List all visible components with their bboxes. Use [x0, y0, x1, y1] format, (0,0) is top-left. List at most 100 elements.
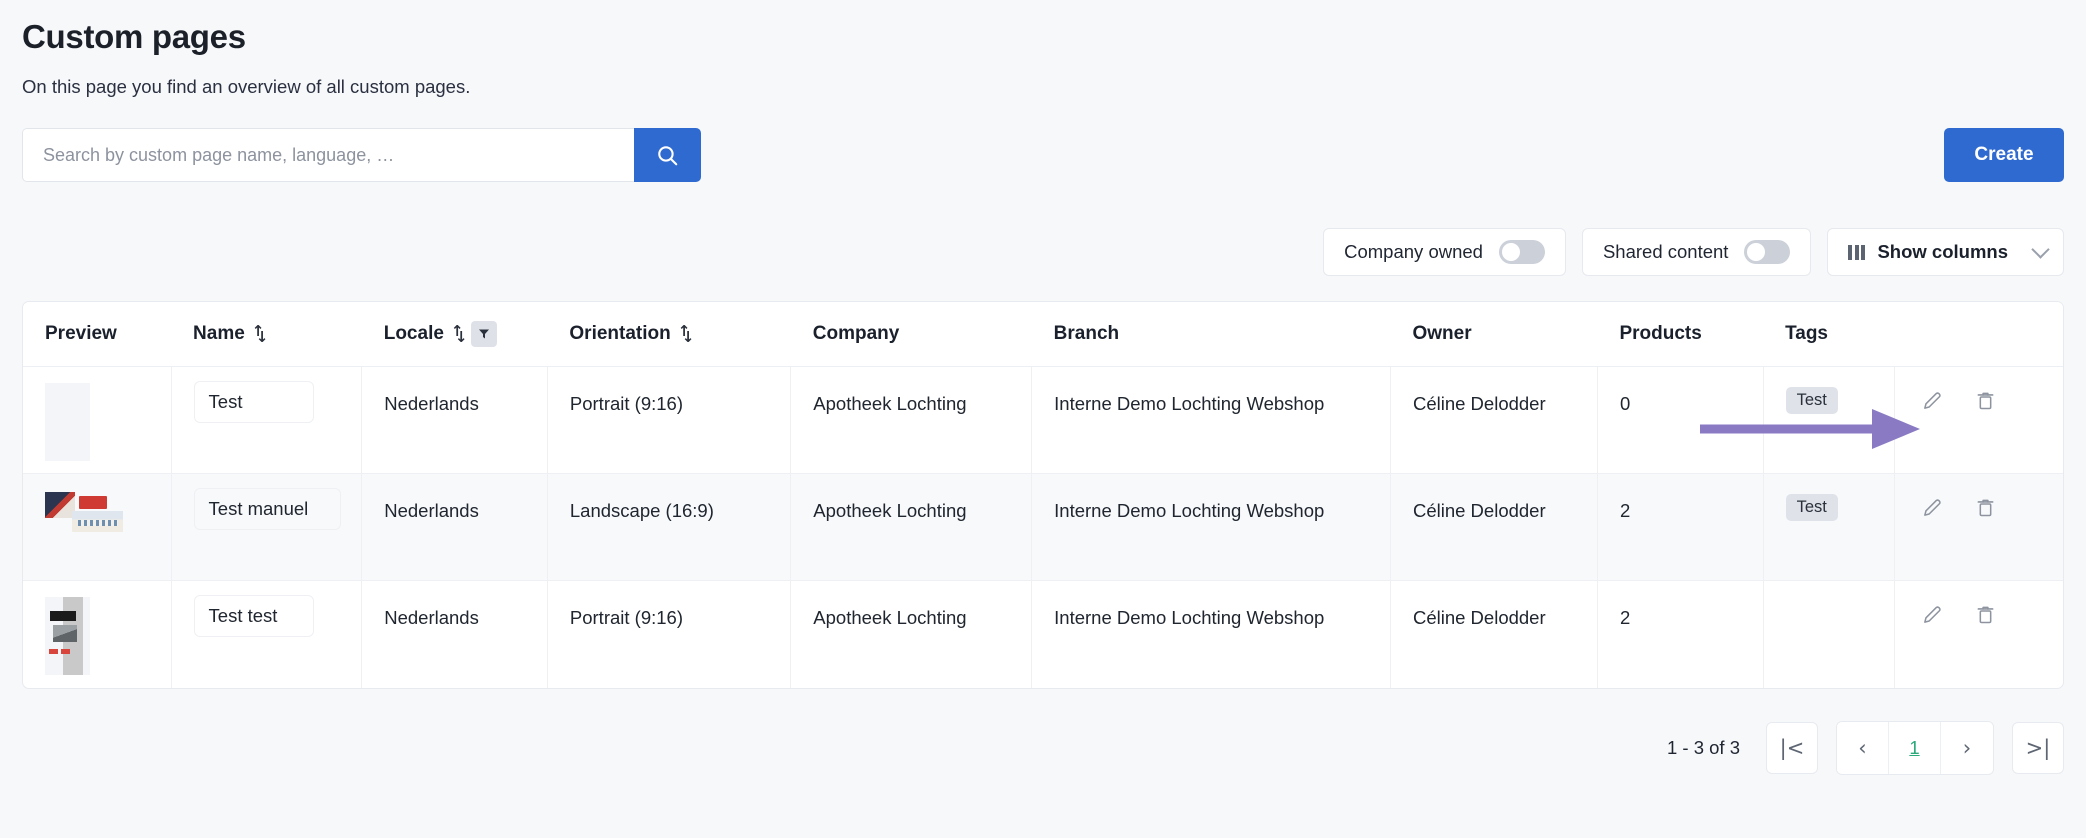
- cell-orientation: Landscape (16:9): [547, 473, 792, 581]
- cell-products: 2: [1597, 580, 1764, 688]
- cell-company: Apotheek Lochting: [790, 366, 1033, 474]
- column-header-name[interactable]: Name ↑ ↓: [171, 302, 362, 367]
- sort-icon[interactable]: ↑ ↓: [252, 324, 269, 345]
- filter-icon[interactable]: [470, 321, 497, 347]
- pagination-prev-button[interactable]: ‹: [1837, 721, 1889, 774]
- column-header-actions: [1894, 302, 2063, 367]
- columns-icon: [1848, 244, 1866, 260]
- search-group: [22, 128, 701, 182]
- header-label: Orientation: [569, 323, 671, 344]
- create-button[interactable]: Create: [1944, 128, 2064, 182]
- custom-pages-table-card: Preview Name ↑ ↓ Locale ↑ ↓ Orientation …: [22, 301, 2064, 689]
- cell-orientation: Portrait (9:16): [547, 580, 792, 688]
- pagination-page-1[interactable]: 1: [1889, 721, 1941, 774]
- cell-company: Apotheek Lochting: [790, 473, 1033, 581]
- page-header: Custom pages On this page you find an ov…: [0, 0, 2086, 98]
- pagination-first-button[interactable]: |<: [1766, 721, 1818, 774]
- cell-branch: Interne Demo Lochting Webshop: [1031, 366, 1391, 474]
- search-button[interactable]: [634, 128, 701, 182]
- header-label: Owner: [1412, 323, 1472, 344]
- tag-badge: Test: [1785, 494, 1838, 521]
- header-label: Name: [193, 323, 245, 344]
- search-row: Create: [0, 128, 2086, 182]
- page-subtitle: On this page you find an overview of all…: [22, 76, 471, 97]
- table-row[interactable]: Test Nederlands Portrait (9:16) Apotheek…: [23, 366, 2063, 474]
- cell-tags: Test: [1763, 473, 1896, 581]
- column-header-products: Products: [1597, 302, 1764, 367]
- column-header-company: Company: [790, 302, 1032, 367]
- cell-name: Test: [171, 366, 363, 474]
- custom-pages-table: Preview Name ↑ ↓ Locale ↑ ↓ Orientation …: [23, 302, 2063, 688]
- sort-icon[interactable]: ↑ ↓: [451, 324, 468, 345]
- edit-pencil-icon[interactable]: [1921, 603, 1944, 626]
- cell-locale: Nederlands: [361, 580, 548, 688]
- cell-locale: Nederlands: [361, 366, 548, 474]
- cell-products: 2: [1597, 473, 1764, 581]
- table-row[interactable]: Test test Nederlands Portrait (9:16) Apo…: [23, 580, 2063, 688]
- column-header-owner: Owner: [1390, 302, 1598, 367]
- pagination-last-button[interactable]: >|: [2012, 721, 2064, 774]
- column-header-orientation[interactable]: Orientation ↑ ↓: [547, 302, 791, 367]
- cell-actions: [1895, 367, 2063, 474]
- funnel-glyph: [478, 329, 489, 339]
- cell-locale: Nederlands: [361, 473, 548, 581]
- header-label: Products: [1619, 323, 1702, 344]
- table-header-row: Preview Name ↑ ↓ Locale ↑ ↓ Orientation …: [23, 302, 2063, 367]
- pagination-summary: 1 - 3 of 3: [1666, 736, 1740, 758]
- cell-preview: [23, 473, 172, 581]
- header-label: Locale: [383, 323, 444, 344]
- cell-owner: Céline Delodder: [1390, 580, 1598, 688]
- cell-owner: Céline Delodder: [1390, 473, 1598, 581]
- company-owned-label: Company owned: [1344, 241, 1483, 262]
- edit-pencil-icon[interactable]: [1921, 496, 1944, 519]
- cell-branch: Interne Demo Lochting Webshop: [1031, 580, 1391, 688]
- header-label: Tags: [1785, 323, 1828, 344]
- column-header-tags: Tags: [1763, 302, 1895, 367]
- column-header-locale[interactable]: Locale ↑ ↓: [361, 302, 548, 367]
- header-label: Company: [812, 323, 900, 344]
- show-columns-button[interactable]: Show columns: [1827, 228, 2064, 276]
- table-toolbar: Company owned Shared content Show column…: [0, 228, 2086, 276]
- thumbnail-landscape-collage: [45, 490, 123, 540]
- header-label: Branch: [1053, 323, 1120, 344]
- row-name: Test test: [193, 595, 314, 637]
- cell-company: Apotheek Lochting: [790, 580, 1033, 688]
- cell-actions: [1894, 473, 2063, 581]
- row-name: Test manuel: [193, 488, 342, 530]
- shared-content-switch[interactable]: [1744, 240, 1791, 264]
- cell-tags: Test: [1763, 366, 1896, 474]
- company-owned-switch[interactable]: [1498, 240, 1545, 264]
- cell-branch: Interne Demo Lochting Webshop: [1031, 473, 1391, 581]
- search-icon: [658, 145, 678, 165]
- chevron-down-icon: [2031, 240, 2050, 259]
- trash-icon[interactable]: [1974, 603, 1997, 626]
- cell-preview: [23, 580, 172, 688]
- edit-pencil-icon[interactable]: [1921, 389, 1944, 412]
- tag-badge: Test: [1785, 387, 1838, 414]
- sort-icon[interactable]: ↑ ↓: [678, 324, 695, 345]
- table-row[interactable]: Test manuel Nederlands Landscape (16:9) …: [23, 473, 2063, 581]
- search-input[interactable]: [22, 128, 634, 182]
- thumbnail-portrait-layout: [45, 597, 90, 675]
- cell-tags: [1763, 580, 1896, 688]
- thumbnail-portrait-blank: [45, 383, 90, 461]
- column-header-branch: Branch: [1031, 302, 1391, 367]
- shared-content-toggle[interactable]: Shared content: [1581, 228, 1812, 276]
- pagination-next-button[interactable]: ›: [1941, 721, 1993, 774]
- cell-orientation: Portrait (9:16): [547, 366, 792, 474]
- pagination-group: ‹ 1 ›: [1836, 720, 1994, 775]
- cell-name: Test test: [171, 580, 363, 688]
- header-label: Preview: [45, 323, 117, 344]
- cell-products: 0: [1597, 366, 1764, 474]
- cell-owner: Céline Delodder: [1390, 366, 1598, 474]
- cell-actions: [1895, 581, 2063, 688]
- shared-content-label: Shared content: [1602, 241, 1729, 262]
- trash-icon[interactable]: [1974, 389, 1997, 412]
- trash-icon[interactable]: [1974, 496, 1997, 519]
- column-header-preview: Preview: [23, 302, 172, 367]
- show-columns-label: Show columns: [1877, 241, 2008, 262]
- cell-preview: [23, 366, 172, 474]
- cell-name: Test manuel: [171, 473, 363, 581]
- pagination: 1 - 3 of 3 |< ‹ 1 › >|: [0, 720, 2086, 775]
- company-owned-toggle[interactable]: Company owned: [1323, 228, 1566, 276]
